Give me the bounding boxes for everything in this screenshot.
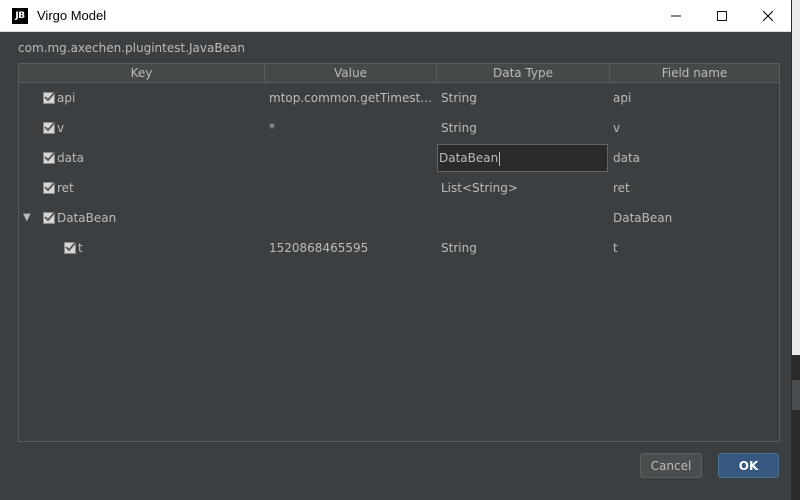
- background-window-mid: [792, 380, 800, 410]
- value-cell[interactable]: 1520868465595: [269, 233, 435, 263]
- close-icon: [762, 10, 774, 21]
- key-cell: data: [19, 143, 265, 173]
- checkmark-icon: [44, 211, 56, 222]
- cancel-button[interactable]: Cancel: [640, 453, 702, 478]
- text-caret: [499, 151, 501, 166]
- background-window-strip: [792, 0, 800, 500]
- key-text: v: [57, 121, 65, 135]
- background-window-light: [792, 0, 800, 355]
- window-title: Virgo Model: [37, 8, 107, 23]
- table-row[interactable]: data DataBean data: [19, 143, 779, 173]
- maximize-button[interactable]: [699, 0, 745, 31]
- data-type-cell[interactable]: String: [441, 113, 606, 143]
- minimize-button[interactable]: [653, 0, 699, 31]
- table-row[interactable]: t 1520868465595 String t: [19, 233, 779, 263]
- checkmark-icon: [44, 151, 56, 162]
- value-cell[interactable]: [269, 143, 435, 173]
- row-checkbox[interactable]: [64, 241, 77, 254]
- minimize-icon: [671, 15, 681, 16]
- key-cell: api: [19, 83, 265, 113]
- table-row[interactable]: ret List<String> ret: [19, 173, 779, 203]
- key-cell: t: [19, 233, 265, 263]
- data-type-cell[interactable]: [441, 203, 606, 233]
- checkmark-icon: [44, 181, 56, 192]
- dialog-window: JB Virgo Model com.mg.axechen.plugintest…: [0, 0, 792, 500]
- checkmark-icon: [44, 121, 56, 132]
- app-logo-icon: JB: [12, 7, 28, 24]
- maximize-icon: [717, 10, 727, 21]
- value-cell[interactable]: *: [269, 113, 435, 143]
- value-cell[interactable]: [269, 173, 435, 203]
- checkmark-icon: [44, 91, 56, 102]
- key-text: ret: [57, 181, 74, 195]
- checkmark-icon: [65, 241, 77, 252]
- ok-button[interactable]: OK: [718, 453, 779, 478]
- data-type-cell[interactable]: String: [441, 83, 606, 113]
- key-text: api: [57, 91, 76, 105]
- key-cell: v: [19, 113, 265, 143]
- row-checkbox[interactable]: [43, 121, 56, 134]
- data-type-cell[interactable]: String: [441, 233, 606, 263]
- field-name-cell[interactable]: api: [613, 83, 773, 113]
- data-type-editor[interactable]: DataBean: [437, 144, 608, 172]
- data-type-cell[interactable]: List<String>: [441, 173, 606, 203]
- key-text: data: [57, 151, 85, 165]
- model-table: Key Value Data Type Field name api mtop.…: [18, 63, 780, 442]
- value-cell[interactable]: [269, 203, 435, 233]
- close-button[interactable]: [745, 0, 791, 31]
- column-header-value[interactable]: Value: [265, 64, 437, 82]
- field-name-cell[interactable]: v: [613, 113, 773, 143]
- row-checkbox[interactable]: [43, 91, 56, 104]
- key-cell: ret: [19, 173, 265, 203]
- class-path-label: com.mg.axechen.plugintest.JavaBean: [18, 41, 245, 55]
- column-header-data-type[interactable]: Data Type: [437, 64, 610, 82]
- table-header: Key Value Data Type Field name: [19, 64, 779, 83]
- table-row[interactable]: ▼ DataBean DataBean: [19, 203, 779, 233]
- column-header-field-name[interactable]: Field name: [610, 64, 779, 82]
- field-name-cell[interactable]: DataBean: [613, 203, 773, 233]
- key-text: DataBean: [57, 211, 117, 225]
- title-bar[interactable]: JB Virgo Model: [0, 0, 791, 32]
- table-row[interactable]: v * String v: [19, 113, 779, 143]
- window-controls: [653, 0, 791, 31]
- row-checkbox[interactable]: [43, 211, 56, 224]
- row-checkbox[interactable]: [43, 181, 56, 194]
- field-name-cell[interactable]: data: [613, 143, 773, 173]
- table-row[interactable]: api mtop.common.getTimesta... String api: [19, 83, 779, 113]
- key-text: t: [78, 241, 83, 255]
- key-cell: ▼ DataBean: [19, 203, 265, 233]
- field-name-cell[interactable]: t: [613, 233, 773, 263]
- expand-toggle-icon[interactable]: ▼: [23, 203, 31, 233]
- value-cell[interactable]: mtop.common.getTimesta...: [269, 83, 435, 113]
- row-checkbox[interactable]: [43, 151, 56, 164]
- field-name-cell[interactable]: ret: [613, 173, 773, 203]
- data-type-editor-text: DataBean: [439, 151, 499, 165]
- column-header-key[interactable]: Key: [19, 64, 265, 82]
